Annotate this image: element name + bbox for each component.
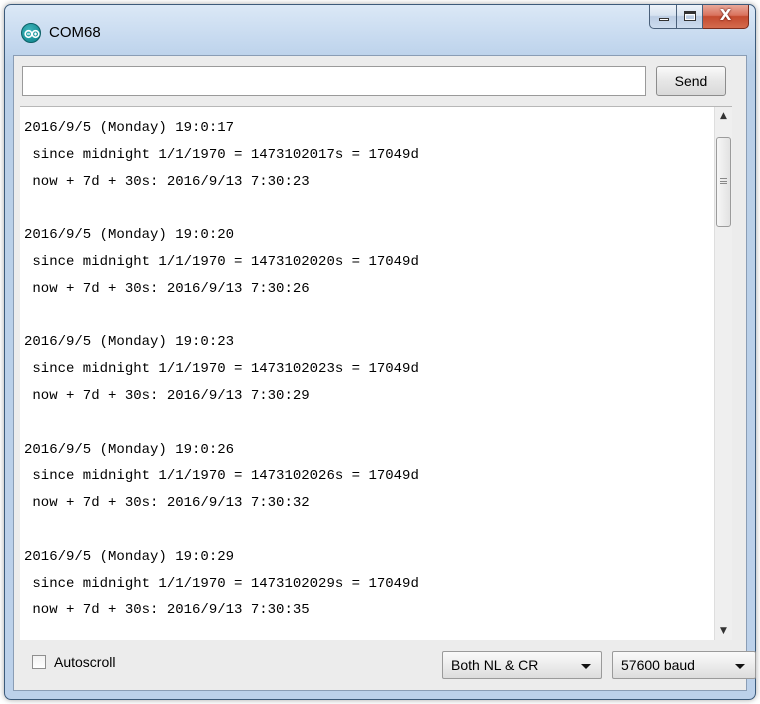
console-line: since midnight 1/1/1970 = 1473102020s = … [24, 253, 419, 270]
baud-rate-value: 57600 baud [621, 657, 695, 673]
serial-monitor-body: Send 2016/9/5 (Monday) 19:0:17 since mid… [13, 55, 756, 691]
console-line: 2016/9/5 (Monday) 19:0:20 [24, 227, 235, 244]
maximize-icon [684, 11, 696, 21]
console-line: 2016/9/5 (Monday) 19:0:23 [24, 334, 235, 351]
console-line: now + 7d + 30s: 2016/9/13 7:30:26 [24, 280, 310, 297]
vertical-scrollbar[interactable]: ▲ ▼ [714, 107, 732, 640]
serial-output-text: 2016/9/5 (Monday) 19:0:17 since midnight… [24, 115, 714, 624]
window-title: COM68 [49, 24, 101, 41]
bottom-toolbar: Autoscroll Both NL & CR 57600 baud [14, 646, 756, 690]
console-line: 2016/9/5 (Monday) 19:0:26 [24, 441, 235, 458]
console-line: now + 7d + 30s: 2016/9/13 7:30:29 [24, 387, 310, 404]
console-line: 2016/9/5 (Monday) 19:0:29 [24, 548, 235, 565]
close-button[interactable]: X [703, 5, 749, 29]
close-icon: X [719, 6, 732, 24]
scroll-up-icon[interactable]: ▲ [715, 107, 732, 125]
minimize-button[interactable] [649, 5, 677, 29]
scroll-down-icon[interactable]: ▼ [715, 622, 732, 640]
console-line: since midnight 1/1/1970 = 1473102023s = … [24, 361, 419, 378]
baud-rate-select[interactable]: 57600 baud [612, 651, 756, 679]
serial-monitor-window: COM68 X Send 2016/9/5 (Monday) 19:0:17 s… [4, 4, 756, 700]
minimize-icon [659, 18, 669, 21]
autoscroll-label: Autoscroll [54, 654, 116, 670]
title-bar[interactable]: COM68 X [5, 5, 755, 49]
console-line: now + 7d + 30s: 2016/9/13 7:30:32 [24, 495, 310, 512]
grip-icon [720, 178, 727, 184]
maximize-button[interactable] [677, 5, 703, 29]
serial-output[interactable]: 2016/9/5 (Monday) 19:0:17 since midnight… [20, 106, 732, 640]
caption-buttons: X [649, 5, 749, 31]
console-line: 2016/9/5 (Monday) 19:0:17 [24, 120, 235, 136]
console-line: since midnight 1/1/1970 = 1473102017s = … [24, 146, 419, 163]
chevron-down-icon [581, 664, 591, 669]
autoscroll-toggle[interactable]: Autoscroll [32, 654, 115, 670]
console-line: now + 7d + 30s: 2016/9/13 7:30:35 [24, 602, 310, 619]
send-input[interactable] [22, 66, 646, 96]
line-ending-select[interactable]: Both NL & CR [442, 651, 602, 679]
chevron-down-icon [735, 664, 745, 669]
arduino-icon [21, 23, 41, 43]
console-line: since midnight 1/1/1970 = 1473102026s = … [24, 468, 419, 485]
console-line: since midnight 1/1/1970 = 1473102029s = … [24, 575, 419, 592]
scrollbar-thumb[interactable] [716, 137, 731, 227]
autoscroll-checkbox[interactable] [32, 655, 46, 669]
send-button[interactable]: Send [656, 66, 726, 96]
line-ending-value: Both NL & CR [451, 657, 539, 673]
console-line: now + 7d + 30s: 2016/9/13 7:30:23 [24, 173, 310, 190]
